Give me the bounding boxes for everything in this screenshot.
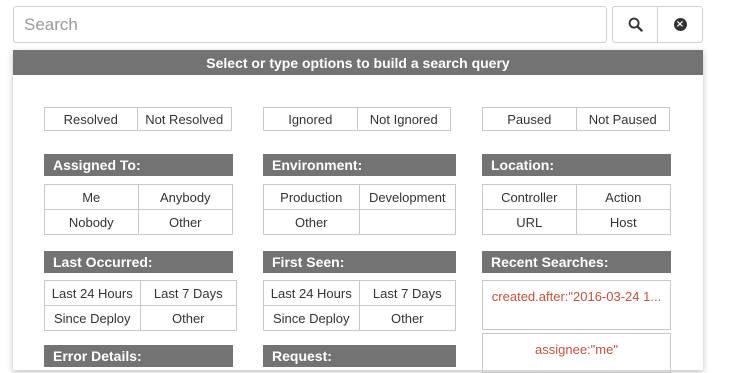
option-not-resolved[interactable]: Not Resolved [136,108,232,130]
paused-toggle: Paused Not Paused [482,107,670,131]
first-seen-title: First Seen: [263,251,456,273]
option-host[interactable]: Host [577,210,671,234]
option-last-occurred-other[interactable]: Other [141,306,237,330]
option-controller[interactable]: Controller [483,185,577,210]
search-button[interactable] [612,6,658,43]
option-first-seen-since-deploy[interactable]: Since Deploy [264,306,360,330]
panel-header: Select or type options to build a search… [13,50,703,75]
option-action[interactable]: Action [576,185,670,210]
option-anybody[interactable]: Anybody [138,185,232,210]
recent-searches-title: Recent Searches: [482,251,671,273]
recent-search-item[interactable]: assignee:"me" [482,333,671,373]
assigned-to-options: Me Anybody Nobody Other [44,184,233,235]
option-since-deploy[interactable]: Since Deploy [45,306,141,330]
option-first-seen-other[interactable]: Other [360,306,456,330]
option-not-ignored[interactable]: Not Ignored [356,108,451,130]
option-resolved[interactable]: Resolved [45,108,137,130]
location-title: Location: [482,154,671,176]
ignored-toggle: Ignored Not Ignored [263,107,451,131]
option-production[interactable]: Production [264,185,360,210]
search-input[interactable] [13,6,607,43]
assigned-to-title: Assigned To: [44,154,233,176]
option-last-24-hours[interactable]: Last 24 Hours [45,281,141,306]
option-url[interactable]: URL [483,210,577,234]
option-nobody[interactable]: Nobody [45,210,139,234]
first-seen-options: Last 24 Hours Last 7 Days Since Deploy O… [263,280,456,331]
environment-options: Production Development Other [263,184,456,235]
last-occurred-title: Last Occurred: [44,251,233,273]
option-me[interactable]: Me [45,185,139,210]
search-bar: × [13,6,703,43]
request-title: Request: [263,345,456,367]
option-ignored[interactable]: Ignored [264,108,357,130]
error-details-title: Error Details: [44,345,233,367]
search-icon [628,17,643,32]
location-options: Controller Action URL Host [482,184,671,235]
option-first-seen-7-days[interactable]: Last 7 Days [359,281,455,306]
option-last-7-days[interactable]: Last 7 Days [140,281,236,306]
environment-title: Environment: [263,154,456,176]
resolved-toggle: Resolved Not Resolved [44,107,232,131]
option-empty [360,210,456,234]
clear-search-button[interactable]: × [657,6,703,43]
clear-icon: × [673,18,687,31]
recent-search-item[interactable]: created.after:"2016-03-24 1... [482,280,671,330]
last-occurred-options: Last 24 Hours Last 7 Days Since Deploy O… [44,280,237,331]
search-options-panel: Select or type options to build a search… [13,50,703,373]
option-development[interactable]: Development [359,185,455,210]
option-first-seen-24-hours[interactable]: Last 24 Hours [264,281,360,306]
option-other[interactable]: Other [139,210,233,234]
option-paused[interactable]: Paused [483,108,576,130]
option-environment-other[interactable]: Other [264,210,360,234]
option-not-paused[interactable]: Not Paused [575,108,670,130]
